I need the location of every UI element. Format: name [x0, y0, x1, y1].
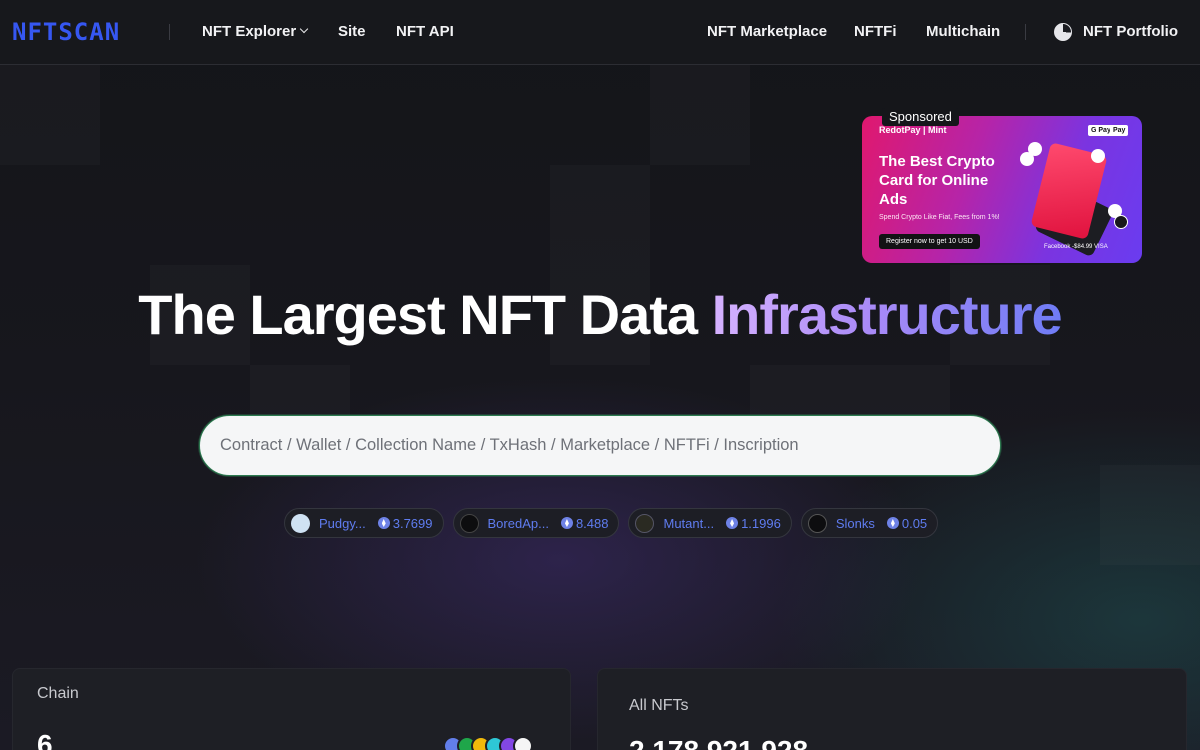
social-bubble-icon — [1028, 142, 1042, 156]
nftscan-logo[interactable]: NFTSCAN — [12, 20, 120, 44]
nav-label: NFT Explorer — [202, 23, 297, 40]
social-bubble-icon — [1091, 149, 1105, 163]
trending-chip[interactable]: Slonks 0.05 — [800, 508, 939, 538]
floor-price: 8.488 — [575, 515, 609, 531]
ad-title: The Best Crypto Card for Online Ads — [879, 153, 995, 208]
collection-avatar — [807, 513, 827, 533]
page-background — [0, 0, 1200, 750]
floor-price: 0.05 — [901, 515, 928, 531]
collection-avatar — [635, 513, 655, 533]
ad-subtitle: Spend Crypto Like Fiat, Fees from 1%! — [879, 214, 1000, 221]
chain-count: 6 — [37, 729, 53, 750]
collection-avatar — [291, 513, 310, 533]
nav-nft-marketplace[interactable]: NFT Marketplace — [707, 23, 827, 41]
chain-icon — [513, 736, 533, 750]
ad-footer: Facebook -$84.99 VISA — [1044, 244, 1108, 250]
collection-name: Pudgy... — [319, 515, 366, 531]
top-navigation-bar: NFTSCAN NFT Explorer Site NFT API NFT Ma… — [0, 0, 1200, 65]
trending-chip[interactable]: Mutant... 1.1996 — [628, 508, 792, 538]
nav-nftfi[interactable]: NFTFi — [854, 23, 897, 41]
ad-register-button[interactable]: Register now to get 10 USD — [879, 234, 980, 249]
nav-divider — [1025, 24, 1026, 40]
trending-chip[interactable]: BoredAp... 8.488 — [452, 508, 620, 538]
search-bar — [199, 415, 1001, 476]
ethereum-icon — [377, 517, 390, 529]
logo-text: NFTSCAN — [12, 18, 121, 46]
background-tile — [1100, 465, 1200, 565]
collection-name: Slonks — [835, 515, 875, 531]
hero-title-plain: The Largest NFT Data — [138, 283, 712, 346]
chevron-down-icon — [299, 24, 309, 34]
background-tile — [550, 165, 650, 265]
ethereum-icon — [560, 517, 573, 529]
ethereum-icon — [886, 517, 899, 529]
all-nfts-label: All NFTs — [629, 697, 689, 714]
hero-title: The Largest NFT Data Infrastructure — [0, 283, 1200, 347]
apple-pay-badge: Pay — [1110, 125, 1129, 136]
chain-icon-group — [443, 736, 533, 750]
nav-nft-portfolio[interactable]: NFT Portfolio — [1083, 23, 1178, 41]
search-input[interactable] — [220, 416, 980, 475]
nav-multichain[interactable]: Multichain — [926, 23, 1000, 41]
chain-stat-card[interactable]: Chain 6 — [12, 668, 571, 750]
floor-price: 1.1996 — [741, 515, 781, 531]
all-nfts-stat-card[interactable]: All NFTs 2,178,921,928 — [597, 668, 1187, 750]
all-nfts-count: 2,178,921,928 — [629, 735, 808, 750]
background-tile — [0, 65, 100, 165]
collection-name: Mutant... — [663, 515, 715, 531]
nav-divider — [169, 24, 170, 40]
floor-price: 3.7699 — [392, 515, 433, 531]
nav-site[interactable]: Site — [338, 23, 366, 41]
trending-collections: Pudgy... 3.7699 BoredAp... 8.488 Mutant.… — [284, 508, 939, 538]
collection-name: BoredAp... — [487, 515, 549, 531]
background-tile — [650, 65, 750, 165]
x-logo-icon — [1114, 215, 1128, 229]
sponsored-badge: Sponsored — [882, 108, 959, 126]
pie-chart-icon — [1054, 23, 1072, 41]
nav-nft-explorer[interactable]: NFT Explorer — [202, 23, 309, 41]
hero-title-highlight: Infrastructure — [711, 283, 1063, 346]
trending-chip[interactable]: Pudgy... 3.7699 — [284, 508, 444, 538]
collection-avatar — [459, 513, 479, 533]
sponsored-ad-banner[interactable]: RedotPay | Mint G Pay Pay The Best Crypt… — [862, 116, 1142, 263]
ethereum-icon — [726, 517, 739, 529]
nav-nft-api[interactable]: NFT API — [396, 23, 454, 41]
ad-brand: RedotPay | Mint — [879, 125, 947, 135]
chain-label: Chain — [37, 685, 79, 702]
